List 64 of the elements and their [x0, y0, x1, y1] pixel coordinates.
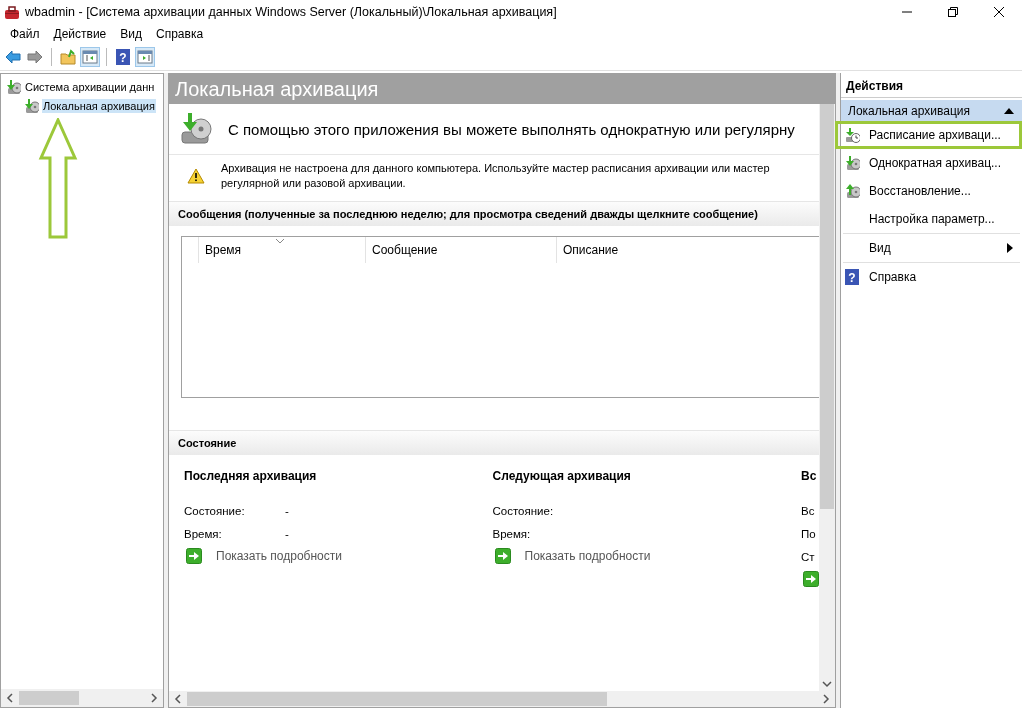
collapse-triangle-icon[interactable]	[1004, 107, 1014, 114]
intro-text: С помощью этого приложения вы можете выполнять однократную или регулярну	[228, 120, 795, 138]
backup-drive-icon	[844, 155, 860, 171]
section-header[interactable]: Локальная архивация	[841, 100, 1022, 121]
field-label: Время:	[492, 527, 532, 540]
column-header[interactable]: Время	[205, 243, 242, 257]
field-label: Время:	[184, 527, 223, 540]
pane-toggle-icon	[82, 49, 98, 65]
section-header: Состояние	[169, 430, 819, 455]
details-link[interactable]: Показать подробности	[524, 549, 651, 563]
arrow-right-icon[interactable]	[494, 548, 511, 564]
column-heading: Вс	[801, 469, 818, 485]
column-header[interactable]: Описание	[563, 243, 619, 257]
action-item[interactable]: Расписание архиваци...	[835, 121, 1022, 149]
section-header: Сообщения (полученные за последнюю неделю; для просмотра сведений дважды щелкните сообщение)	[169, 201, 819, 226]
column-header[interactable]: Сообщение	[372, 243, 438, 257]
action-item[interactable]: Вид	[835, 234, 1022, 262]
restore-drive-icon	[844, 183, 860, 199]
backup-drive-icon	[5, 78, 21, 95]
field-value: -	[285, 504, 289, 517]
scrollbar[interactable]	[819, 104, 835, 691]
field-label: Состояние:	[492, 504, 555, 517]
arrow-right-icon[interactable]	[803, 571, 819, 587]
action-item[interactable]: Восстановление...	[835, 177, 1022, 205]
forward-arrow-icon[interactable]	[27, 49, 43, 65]
scrollbar[interactable]	[169, 691, 835, 707]
backup-drive-icon	[23, 97, 39, 114]
pane-toggle-icon	[137, 49, 153, 65]
action-item[interactable]: Однократная архивац...	[835, 149, 1022, 177]
field-value: -	[285, 527, 289, 540]
toggle-button[interactable]	[80, 47, 100, 67]
column-heading: Последняя архивация	[184, 469, 318, 485]
help-icon: ?	[844, 269, 860, 285]
toolbox-icon	[4, 4, 20, 20]
window-title: wbadmin - [Система архивации данных Windows Server (Локальный)\Локальная архивация]	[25, 5, 557, 19]
action-item[interactable]: ? Справка	[835, 263, 1022, 291]
action-item[interactable]: Настройка параметр...	[835, 205, 1022, 233]
toggle-button[interactable]	[135, 47, 155, 67]
scroll-thumb[interactable]	[187, 692, 607, 706]
scroll-thumb[interactable]	[820, 104, 834, 509]
field-label: Вс	[801, 504, 815, 517]
tree-item[interactable]: Система архивации данн	[1, 77, 156, 96]
menu-item[interactable]: Файл	[3, 25, 47, 43]
warning-text: Архивация не настроена для данного компьютера. Используйте мастер расписания архивации или мастер	[221, 161, 770, 176]
folder-icon[interactable]	[60, 49, 76, 65]
scrollbar[interactable]	[1, 689, 163, 707]
pane-title: Действия	[841, 75, 1022, 98]
field-label: Состояние:	[184, 504, 246, 517]
schedule-icon	[844, 127, 860, 143]
scroll-thumb[interactable]	[19, 691, 79, 705]
back-arrow-icon[interactable]	[5, 49, 21, 65]
pane-header: Локальная архивация	[169, 74, 835, 104]
menu-item[interactable]: Справка	[149, 25, 211, 43]
menu-item[interactable]: Действие	[46, 25, 114, 43]
arrow-right-icon[interactable]	[186, 548, 202, 564]
column-heading: Следующая архивация	[492, 469, 632, 485]
warning-icon	[187, 168, 205, 184]
backup-drive-icon	[179, 112, 213, 146]
menu-item[interactable]: Вид	[113, 25, 149, 43]
help-icon[interactable]: ?	[115, 49, 131, 65]
details-link[interactable]: Показать подробности	[216, 549, 342, 563]
warning-text: регулярной или разовой архивации.	[221, 176, 407, 191]
field-label: По	[801, 527, 816, 540]
field-label: Ст	[801, 550, 815, 563]
